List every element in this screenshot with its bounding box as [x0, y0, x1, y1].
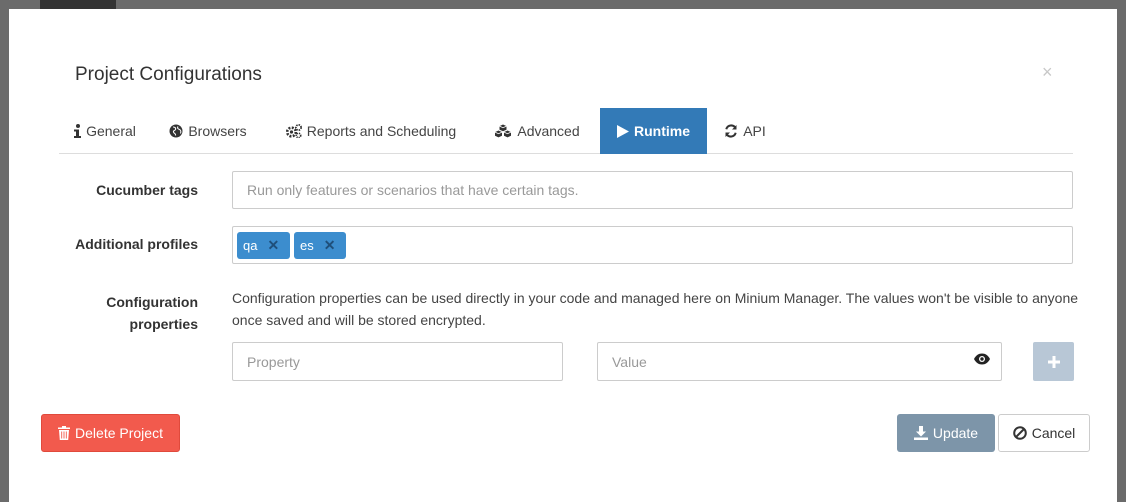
delete-project-label: Delete Project: [75, 425, 163, 441]
profile-tag-es: es ✕: [294, 232, 346, 259]
tab-general[interactable]: General: [73, 108, 137, 154]
profile-tag-qa: qa ✕: [237, 232, 290, 259]
tab-label: Browsers: [188, 123, 247, 139]
window-frame-left: [0, 0, 9, 502]
modal-title: Project Configurations: [75, 64, 262, 85]
window-frame-right: [1117, 0, 1126, 502]
info-icon: [74, 124, 82, 138]
tab-bar: General Browsers Reports and Scheduling …: [59, 108, 1073, 154]
tab-label: Reports and Scheduling: [306, 123, 457, 139]
cubes-icon: [495, 124, 512, 138]
refresh-icon: [725, 124, 737, 138]
tab-runtime[interactable]: Runtime: [600, 108, 707, 154]
value-input[interactable]: [597, 342, 1002, 381]
update-button[interactable]: Update: [897, 414, 995, 452]
play-icon: [617, 124, 629, 138]
property-input[interactable]: [232, 342, 563, 381]
trash-icon: [58, 426, 71, 440]
remove-tag-icon[interactable]: ✕: [267, 237, 279, 254]
update-label: Update: [932, 425, 979, 441]
additional-profiles-input[interactable]: qa ✕ es ✕: [232, 226, 1073, 264]
tab-api[interactable]: API: [721, 108, 769, 154]
eye-icon[interactable]: [974, 352, 990, 368]
cogs-icon: [285, 124, 302, 138]
delete-project-button[interactable]: Delete Project: [41, 414, 180, 452]
window-frame-top-shadow: [40, 0, 116, 9]
ban-icon: [1012, 426, 1027, 440]
profile-tag-label: qa: [243, 238, 258, 253]
configuration-properties-label: Configuration properties: [106, 294, 198, 332]
close-button[interactable]: ×: [1042, 62, 1053, 82]
plus-icon: [1047, 355, 1060, 368]
configuration-description: Configuration properties can be used dir…: [232, 290, 1079, 328]
add-property-button[interactable]: [1033, 342, 1074, 381]
cancel-button[interactable]: Cancel: [998, 414, 1090, 452]
tab-browsers[interactable]: Browsers: [168, 108, 248, 154]
cucumber-tags-input[interactable]: [232, 171, 1073, 209]
cucumber-tags-label: Cucumber tags: [96, 182, 198, 198]
profile-tag-label: es: [300, 238, 314, 253]
remove-tag-icon[interactable]: ✕: [324, 237, 336, 254]
tab-label: General: [86, 123, 136, 139]
download-icon: [913, 426, 928, 440]
globe-icon: [169, 124, 183, 138]
window-frame-top: [0, 0, 1126, 9]
cancel-label: Cancel: [1031, 425, 1076, 441]
tab-label: Runtime: [634, 123, 690, 139]
additional-profiles-label: Additional profiles: [75, 236, 198, 252]
tab-advanced[interactable]: Advanced: [492, 108, 582, 154]
tab-label: Advanced: [517, 123, 580, 139]
tab-label: API: [743, 123, 766, 139]
tab-reports-and-scheduling[interactable]: Reports and Scheduling: [282, 108, 460, 154]
